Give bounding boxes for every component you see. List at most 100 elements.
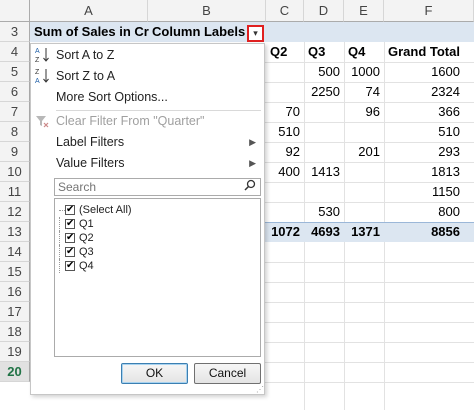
pivot-cell[interactable]	[304, 122, 344, 142]
menu-item-label: Value Filters	[56, 156, 125, 170]
pivot-cell[interactable]: 530	[304, 202, 344, 222]
checkbox-checked-icon[interactable]: ✔	[65, 261, 75, 271]
dropdown-arrow-icon: ▾	[253, 28, 258, 38]
menu-item-value-filters[interactable]: Value Filters ▶	[31, 153, 264, 174]
svg-text:A: A	[35, 48, 40, 55]
checkbox-checked-icon[interactable]: ✔	[65, 205, 75, 215]
pivot-total-cell[interactable]: 1371	[344, 222, 384, 242]
pivot-col-header[interactable]: Grand Total	[384, 42, 474, 62]
pivot-cell[interactable]: 1600	[384, 62, 474, 82]
menu-item-more-sort-options[interactable]: More Sort Options...	[31, 87, 264, 108]
pivot-cell[interactable]: 2250	[304, 82, 344, 102]
pivot-cell[interactable]	[344, 202, 384, 222]
row-header-13[interactable]: 13	[0, 222, 30, 242]
pivot-cell[interactable]: 1413	[304, 162, 344, 182]
pivot-cell[interactable]	[266, 62, 304, 82]
list-item-label: Q2	[79, 232, 94, 244]
row-header-15[interactable]: 15	[0, 262, 30, 282]
row-header-14[interactable]: 14	[0, 242, 30, 262]
search-input[interactable]	[54, 178, 261, 196]
pivot-cell[interactable]: 201	[344, 142, 384, 162]
menu-item-label: Clear Filter From "Quarter"	[56, 114, 205, 128]
sort-a-z-icon: AZ	[34, 45, 52, 66]
menu-item-sort-a-z[interactable]: AZ Sort A to Z	[31, 45, 264, 66]
pivot-cell[interactable]: 1000	[344, 62, 384, 82]
pivot-cell[interactable]	[344, 122, 384, 142]
pivot-col-header[interactable]: Q4	[344, 42, 384, 62]
value-field-label[interactable]: Sum of Sales in Cr	[30, 22, 152, 42]
pivot-cell[interactable]	[304, 102, 344, 122]
menu-item-label: Sort Z to A	[56, 69, 116, 83]
pivot-cell[interactable]: 1150	[384, 182, 474, 202]
row-header-11[interactable]: 11	[0, 182, 30, 202]
pivot-cell[interactable]	[266, 82, 304, 102]
menu-item-label: Sort A to Z	[56, 48, 115, 62]
pivot-cell[interactable]: 70	[266, 102, 304, 122]
pivot-cell[interactable]	[266, 182, 304, 202]
pivot-cell[interactable]: 92	[266, 142, 304, 162]
column-header-b[interactable]: B	[148, 0, 266, 22]
pivot-cell[interactable]	[344, 162, 384, 182]
pivot-cell[interactable]: 2324	[384, 82, 474, 102]
checkbox-checked-icon[interactable]: ✔	[65, 233, 75, 243]
pivot-cell[interactable]	[304, 142, 344, 162]
row-header-7[interactable]: 7	[0, 102, 30, 122]
pivot-cell[interactable]: 500	[304, 62, 344, 82]
svg-text:Z: Z	[35, 57, 40, 64]
column-header-c[interactable]: C	[266, 0, 304, 22]
column-header-a[interactable]: A	[30, 0, 148, 22]
row-header-6[interactable]: 6	[0, 82, 30, 102]
row-header-9[interactable]: 9	[0, 142, 30, 162]
row-header-19[interactable]: 19	[0, 342, 30, 362]
pivot-cell[interactable]: 293	[384, 142, 474, 162]
list-item[interactable]: ✔ Q2	[55, 231, 255, 245]
menu-item-label: More Sort Options...	[56, 90, 168, 104]
row-header-20[interactable]: 20	[0, 362, 30, 382]
column-header-e[interactable]: E	[344, 0, 384, 22]
row-header-18[interactable]: 18	[0, 322, 30, 342]
pivot-cell[interactable]: 510	[266, 122, 304, 142]
row-header-16[interactable]: 16	[0, 282, 30, 302]
menu-item-sort-z-a[interactable]: ZA Sort Z to A	[31, 66, 264, 87]
pivot-col-header[interactable]: Q3	[304, 42, 344, 62]
pivot-col-header[interactable]: Q2	[266, 42, 304, 62]
list-item[interactable]: ✔ Q4	[55, 259, 255, 273]
column-labels-cell[interactable]: Column Labels	[148, 22, 248, 42]
pivot-cell[interactable]: 800	[384, 202, 474, 222]
pivot-cell[interactable]	[344, 182, 384, 202]
pivot-cell[interactable]: 96	[344, 102, 384, 122]
pivot-cell[interactable]	[266, 202, 304, 222]
row-header-12[interactable]: 12	[0, 202, 30, 222]
column-header-f[interactable]: F	[384, 0, 474, 22]
row-header-8[interactable]: 8	[0, 122, 30, 142]
pivot-total-cell[interactable]: 8856	[384, 222, 474, 242]
pivot-total-cell[interactable]: 4693	[304, 222, 344, 242]
pivot-cell[interactable]: 74	[344, 82, 384, 102]
resize-grip-icon[interactable]: ⋰	[256, 386, 264, 394]
pivot-cell[interactable]: 366	[384, 102, 474, 122]
row-header-4[interactable]: 4	[0, 42, 30, 62]
checkbox-checked-icon[interactable]: ✔	[65, 219, 75, 229]
list-item[interactable]: ✔ Q3	[55, 245, 255, 259]
row-header-3[interactable]: 3	[0, 22, 30, 42]
checkbox-checked-icon[interactable]: ✔	[65, 247, 75, 257]
menu-item-label-filters[interactable]: Label Filters ▶	[31, 132, 264, 153]
pivot-total-cell[interactable]: 1072	[266, 222, 304, 242]
column-header-d[interactable]: D	[304, 0, 344, 22]
pivot-cell[interactable]: 510	[384, 122, 474, 142]
row-header-5[interactable]: 5	[0, 62, 30, 82]
column-labels-filter-button[interactable]: ▾	[247, 25, 264, 42]
ok-button[interactable]: OK	[121, 363, 188, 384]
pivot-cell[interactable]: 400	[266, 162, 304, 182]
search-icon	[241, 178, 259, 196]
submenu-arrow-icon: ▶	[249, 158, 256, 168]
pivot-cell[interactable]: 1813	[384, 162, 474, 182]
pivot-cell[interactable]	[304, 182, 344, 202]
list-item-select-all[interactable]: ✔ (Select All)	[55, 203, 255, 217]
list-item-label: Q1	[79, 218, 94, 230]
cancel-button[interactable]: Cancel	[194, 363, 261, 384]
row-header-17[interactable]: 17	[0, 302, 30, 322]
select-all-corner[interactable]	[0, 0, 30, 22]
list-item[interactable]: ✔ Q1	[55, 217, 255, 231]
row-header-10[interactable]: 10	[0, 162, 30, 182]
